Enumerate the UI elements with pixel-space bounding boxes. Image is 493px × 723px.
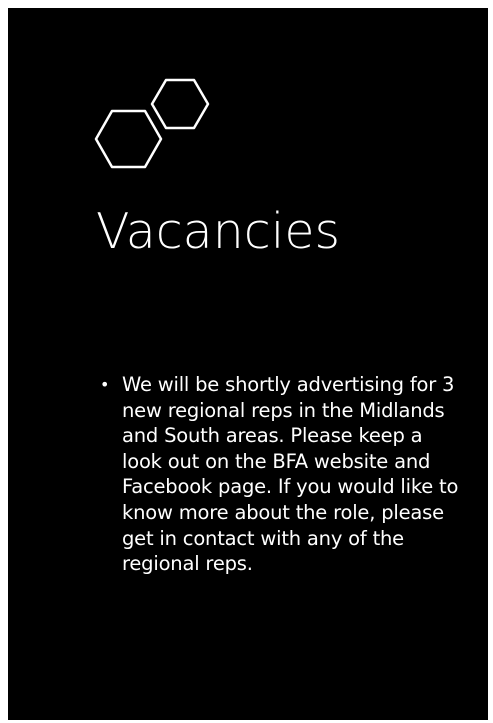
small-hexagon-icon — [150, 78, 210, 130]
slide-title: Vacancies — [96, 203, 340, 260]
bullet-list: • We will be shortly advertising for 3 n… — [98, 372, 460, 577]
bullet-item: • We will be shortly advertising for 3 n… — [98, 372, 460, 577]
bullet-text: We will be shortly advertising for 3 new… — [122, 373, 459, 576]
bullet-dot: • — [100, 375, 110, 394]
hexagon-pair-icon — [94, 78, 210, 169]
large-hexagon-icon — [94, 109, 163, 169]
slide: Vacancies • We will be shortly advertisi… — [8, 8, 488, 720]
